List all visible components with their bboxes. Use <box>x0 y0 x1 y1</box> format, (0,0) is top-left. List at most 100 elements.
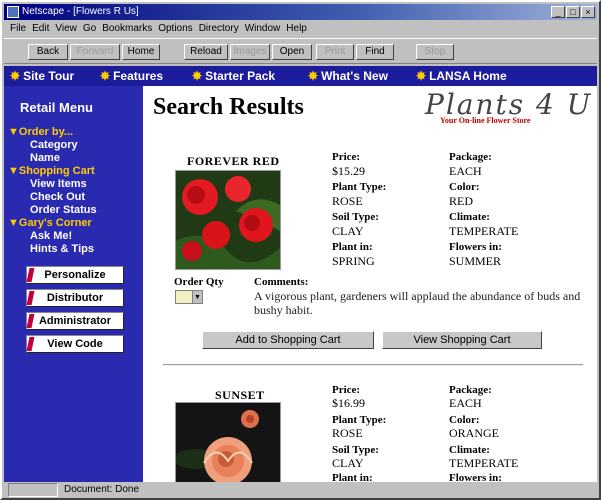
plant-in-label: Plant in: <box>332 472 373 482</box>
plant-type-label: Plant Type: <box>332 414 387 426</box>
title-bar: Netscape - [Flowers R Us] _ □ × <box>4 4 597 20</box>
menu-help[interactable]: Help <box>286 21 307 36</box>
flowers-in-value: SUMMER <box>449 254 502 268</box>
flowers-in-label: Flowers in: <box>449 241 502 253</box>
sidebar-section-order-by[interactable]: ▼Order by... <box>8 126 73 138</box>
logo-tagline: Your On-line Flower Store <box>440 116 531 125</box>
menu-window[interactable]: Window <box>245 21 281 36</box>
climate-label: Climate: <box>449 444 490 456</box>
sidebar-section-shopping-cart[interactable]: ▼Shopping Cart <box>8 165 95 177</box>
browser-window: Netscape - [Flowers R Us] _ □ × File Edit… <box>0 0 601 500</box>
nav-starter-pack[interactable]: ✸ Starter Pack <box>192 66 275 86</box>
soil-type-label: Soil Type: <box>332 211 379 223</box>
soil-type-value: CLAY <box>332 456 364 470</box>
site-nav-bar: ✸ Site Tour ✸ Features ✸ Starter Pack ✸ What… <box>4 66 597 86</box>
sidebar-heading: Retail Menu <box>20 100 93 115</box>
package-value: EACH <box>449 396 482 410</box>
flowers-in-label: Flowers in: <box>449 472 502 482</box>
menu-options[interactable]: Options <box>158 21 192 36</box>
back-button[interactable]: Back <box>28 44 68 60</box>
star-icon: ✸ <box>416 69 427 83</box>
package-value: EACH <box>449 164 482 178</box>
nav-features[interactable]: ✸ Features <box>100 66 163 86</box>
menu-view[interactable]: View <box>55 21 77 36</box>
soil-type-label: Soil Type: <box>332 444 379 456</box>
climate-value: TEMPERATE <box>449 224 519 238</box>
sidebar-item-check-out[interactable]: Check Out <box>30 191 85 203</box>
soil-type-value: CLAY <box>332 224 364 238</box>
view-code-button[interactable]: View Code <box>26 335 124 353</box>
sidebar-item-view-items[interactable]: View Items <box>30 178 87 190</box>
menu-file[interactable]: File <box>10 21 26 36</box>
plant-in-label: Plant in: <box>332 241 373 253</box>
product-image-sunset[interactable] <box>175 402 281 482</box>
page-title: Search Results <box>153 94 304 120</box>
product-comments: A vigorous plant, gardeners will applaud… <box>254 289 581 317</box>
nav-whats-new[interactable]: ✸ What's New <box>308 66 388 86</box>
plant-in-value: SPRING <box>332 254 375 268</box>
forward-button[interactable]: Forward <box>70 44 120 60</box>
climate-label: Climate: <box>449 211 490 223</box>
orange-rose-image <box>176 403 280 482</box>
sidebar-section-garys-corner[interactable]: ▼Gary's Corner <box>8 217 92 229</box>
menu-edit[interactable]: Edit <box>32 21 49 36</box>
distributor-button[interactable]: Distributor <box>26 289 124 307</box>
package-label: Package: <box>449 151 492 163</box>
color-value: ORANGE <box>449 426 499 440</box>
menu-bookmarks[interactable]: Bookmarks <box>102 21 152 36</box>
nav-site-tour[interactable]: ✸ Site Tour <box>10 66 74 86</box>
product-image-forever-red[interactable] <box>175 170 281 270</box>
climate-value: TEMPERATE <box>449 456 519 470</box>
maximize-button[interactable]: □ <box>566 6 580 18</box>
add-to-cart-button[interactable]: Add to Shopping Cart <box>202 331 374 349</box>
reload-button[interactable]: Reload <box>184 44 228 60</box>
color-label: Color: <box>449 181 480 193</box>
close-button[interactable]: × <box>581 6 595 18</box>
sidebar-item-hints-tips[interactable]: Hints & Tips <box>30 243 94 255</box>
color-value: RED <box>449 194 473 208</box>
retail-sidebar: Retail Menu ▼Order by... Category Name ▼… <box>4 86 143 482</box>
color-label: Color: <box>449 414 480 426</box>
sidebar-item-order-status[interactable]: Order Status <box>30 204 97 216</box>
product-name: SUNSET <box>215 388 265 402</box>
status-bar: Document: Done <box>4 482 597 498</box>
price-label: Price: <box>332 384 361 396</box>
price-value: $16.99 <box>332 396 365 410</box>
star-icon: ✸ <box>192 69 203 83</box>
price-label: Price: <box>332 151 361 163</box>
security-key-icon <box>8 483 58 497</box>
star-icon: ✸ <box>308 69 319 83</box>
star-icon: ✸ <box>100 69 111 83</box>
print-button[interactable]: Print <box>316 44 354 60</box>
plant-type-value: ROSE <box>332 194 363 208</box>
personalize-button[interactable]: Personalize <box>26 266 124 284</box>
sidebar-item-ask-me[interactable]: Ask Me! <box>30 230 72 242</box>
toolbar: Back Forward Home Reload Images Open Pri… <box>4 38 597 64</box>
chevron-down-icon: ▼ <box>192 291 202 303</box>
vertical-scrollbar[interactable] <box>597 86 599 482</box>
product-name: FOREVER RED <box>187 154 280 168</box>
home-button[interactable]: Home <box>122 44 160 60</box>
red-rose-image <box>176 171 280 269</box>
netscape-icon <box>7 6 19 18</box>
menu-bar: File Edit View Go Bookmarks Options Directory W… <box>4 21 597 36</box>
star-icon: ✸ <box>10 69 21 83</box>
price-value: $15.29 <box>332 164 365 178</box>
nav-lansa-home[interactable]: ✸ LANSA Home <box>416 66 507 86</box>
comments-label: Comments: <box>254 276 309 288</box>
administrator-button[interactable]: Administrator <box>26 312 124 330</box>
find-button[interactable]: Find <box>356 44 394 60</box>
stop-button[interactable]: Stop <box>416 44 454 60</box>
menu-go[interactable]: Go <box>83 21 96 36</box>
view-cart-button[interactable]: View Shopping Cart <box>382 331 542 349</box>
plant-type-value: ROSE <box>332 426 363 440</box>
sidebar-item-name[interactable]: Name <box>30 152 60 164</box>
images-button[interactable]: Images <box>230 44 270 60</box>
window-title: Netscape - [Flowers R Us] <box>22 6 139 17</box>
order-qty-select[interactable]: ▼ <box>175 290 203 304</box>
sidebar-item-category[interactable]: Category <box>30 139 78 151</box>
main-content: Search Results Plants 4 U Your On-line F… <box>143 86 597 482</box>
open-button[interactable]: Open <box>272 44 312 60</box>
menu-directory[interactable]: Directory <box>199 21 239 36</box>
minimize-button[interactable]: _ <box>551 6 565 18</box>
